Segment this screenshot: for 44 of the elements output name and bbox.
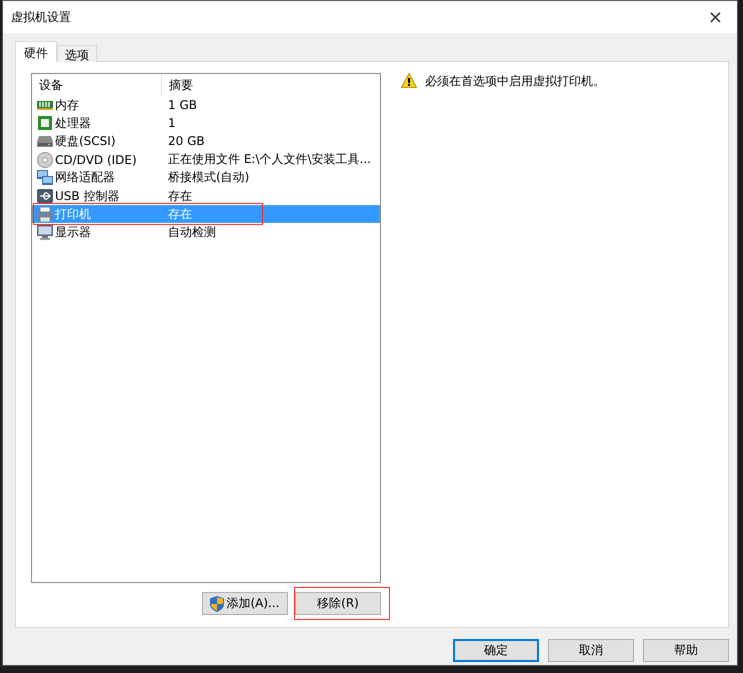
printer-icon <box>37 206 53 222</box>
device-summary: 自动检测 <box>167 224 216 241</box>
device-summary: 桥接模式(自动) <box>167 169 250 186</box>
tab[interactable]: 选项 <box>57 45 97 62</box>
device-name: 硬盘(SCSI) <box>55 132 116 150</box>
chip-icon <box>37 116 53 130</box>
device-name: 处理器 <box>55 114 91 132</box>
memory-icon <box>37 100 53 110</box>
network-icon <box>37 170 53 186</box>
dialog-button[interactable]: 帮助 <box>643 639 729 662</box>
column-header[interactable]: 设备 <box>32 74 162 96</box>
remove-button[interactable]: 移除(R) <box>295 592 381 615</box>
device-row[interactable]: USB 控制器 存在 <box>32 186 380 206</box>
shield-icon <box>210 596 224 612</box>
usb-icon <box>37 189 53 204</box>
device-name: CD/DVD (IDE) <box>55 152 137 167</box>
device-row[interactable]: 处理器 1 <box>32 114 380 132</box>
device-name: USB 控制器 <box>55 188 120 205</box>
device-summary: 存在 <box>167 188 192 205</box>
window-title: 虚拟机设置 <box>11 8 71 26</box>
warning-message: 必须在首选项中启用虚拟打印机。 <box>425 73 605 90</box>
device-summary: 20 GB <box>167 134 205 148</box>
device-row[interactable]: 硬盘(SCSI) 20 GB <box>32 132 380 151</box>
device-row[interactable]: CD/DVD (IDE) 正在使用文件 E:\个人文件\安装工具... <box>32 150 380 169</box>
device-summary: 1 GB <box>167 98 197 112</box>
device-summary: 正在使用文件 E:\个人文件\安装工具... <box>167 151 371 168</box>
device-row[interactable]: 内存 1 GB <box>32 96 380 114</box>
monitor-icon <box>37 224 53 240</box>
close-button[interactable]: × <box>702 6 729 28</box>
tab[interactable]: 硬件 <box>15 41 57 62</box>
device-name: 显示器 <box>55 224 91 241</box>
device-summary: 存在 <box>167 206 192 223</box>
device-name: 内存 <box>55 96 79 114</box>
device-summary: 1 <box>167 116 176 130</box>
device-name: 打印机 <box>55 206 91 223</box>
warning-icon <box>401 73 417 88</box>
device-row[interactable]: 显示器 自动检测 <box>32 223 380 242</box>
disc-icon <box>37 152 53 168</box>
device-row[interactable]: 网络适配器 桥接模式(自动) <box>32 168 380 187</box>
add-button[interactable]: 添加(A)... <box>202 592 288 615</box>
device-name: 网络适配器 <box>55 169 115 186</box>
column-header[interactable]: 摘要 <box>162 74 193 96</box>
dialog-button[interactable]: 确定 <box>453 639 539 662</box>
dialog-button[interactable]: 取消 <box>548 639 634 662</box>
